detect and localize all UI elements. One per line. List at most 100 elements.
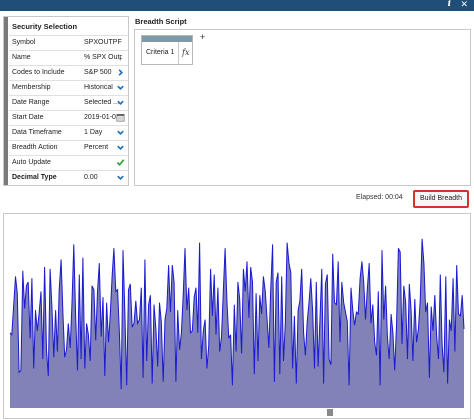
data-point [396,325,397,326]
data-point [57,351,58,352]
chevron-down-icon[interactable] [116,98,125,107]
data-point [208,345,209,346]
data-point [141,287,142,288]
data-point [115,291,116,292]
data-point [299,300,300,301]
data-point [106,302,107,303]
data-point [20,370,21,371]
panel-accent-stripe [4,17,8,185]
data-point [440,274,441,275]
data-point [24,308,25,309]
data-point [201,359,202,360]
data-point [102,297,103,298]
data-point [305,355,306,356]
data-point [374,342,375,343]
data-point [277,272,278,273]
data-point [159,302,160,303]
field-row-start-date[interactable]: Start Date 2019-01-01 [9,110,128,125]
data-point [239,298,240,299]
data-point [385,285,386,286]
data-point [250,266,251,267]
data-point [267,319,268,320]
data-point [13,306,14,307]
data-point [84,368,85,369]
data-point [458,313,459,314]
field-row-membership[interactable]: Membership Historical [9,80,128,95]
data-point [454,351,455,352]
add-criteria-icon[interactable]: + [200,32,205,42]
criteria-block[interactable]: Criteria 1 fx [141,35,193,65]
checkmark-icon[interactable] [116,158,125,167]
chart-scroll-handle[interactable] [327,409,333,416]
data-point [456,265,457,266]
data-point [279,374,280,375]
data-point [31,278,32,279]
breadth-script-title: Breadth Script [135,17,187,26]
data-point [318,366,319,367]
data-point [429,377,430,378]
data-point [347,321,348,322]
data-point [90,360,91,361]
data-point [376,355,377,356]
data-point [460,315,461,316]
data-point [68,323,69,324]
data-point [268,347,269,348]
data-point [445,276,446,277]
data-point [321,268,322,269]
data-point [327,274,328,275]
data-point [272,244,273,245]
data-point [197,332,198,333]
field-label: Date Range [12,99,50,106]
chevron-right-icon[interactable] [116,68,125,77]
data-point [37,330,38,331]
data-point [307,321,308,322]
data-point [203,330,204,331]
field-row-symbol[interactable]: Symbol SPXOUTPF [9,35,128,50]
data-point [243,268,244,269]
data-point [75,313,76,314]
info-icon[interactable]: i [448,0,451,10]
data-point [292,368,293,369]
chevron-down-icon[interactable] [116,83,125,92]
field-label: Start Date [12,114,44,121]
data-point [153,304,154,305]
field-row-name[interactable]: Name % SPX Outperf [9,50,128,65]
data-point [166,308,167,309]
data-point [170,312,171,313]
close-icon[interactable]: ✕ [460,0,468,10]
data-point [449,319,450,320]
data-point [298,310,299,311]
field-value[interactable]: SPXOUTPF [84,39,122,46]
data-point [285,323,286,324]
data-point [148,304,149,305]
data-point [334,302,335,303]
field-row-decimal-type[interactable]: Decimal Type 0.00 [9,170,128,185]
data-point [438,359,439,360]
field-row-data-timeframe[interactable]: Data Timeframe 1 Day [9,125,128,140]
data-point [316,281,317,282]
data-point [330,364,331,365]
data-point [48,375,49,376]
data-point [184,248,185,249]
data-point [259,295,260,296]
data-point [234,304,235,305]
field-row-auto-update[interactable]: Auto Update [9,155,128,170]
chevron-down-icon[interactable] [116,143,125,152]
fx-icon[interactable]: fx [182,48,189,57]
window-titlebar: i ✕ [0,0,474,11]
data-point [188,287,189,288]
data-point [261,313,262,314]
data-point [391,313,392,314]
field-row-breadth-action[interactable]: Breadth Action Percent [9,140,128,155]
build-breadth-button[interactable]: Build Breadth [413,190,469,208]
data-point [237,281,238,282]
chevron-down-icon[interactable] [116,173,125,182]
chevron-down-icon[interactable] [116,128,125,137]
field-row-codes-to-include[interactable]: Codes to Include S&P 500 [9,65,128,80]
calendar-icon[interactable] [116,113,125,122]
field-value[interactable]: % SPX Outperf [84,54,122,61]
field-row-date-range[interactable]: Date Range Selected ... [9,95,128,110]
data-point [443,372,444,373]
data-point [453,278,454,279]
data-point [270,289,271,290]
